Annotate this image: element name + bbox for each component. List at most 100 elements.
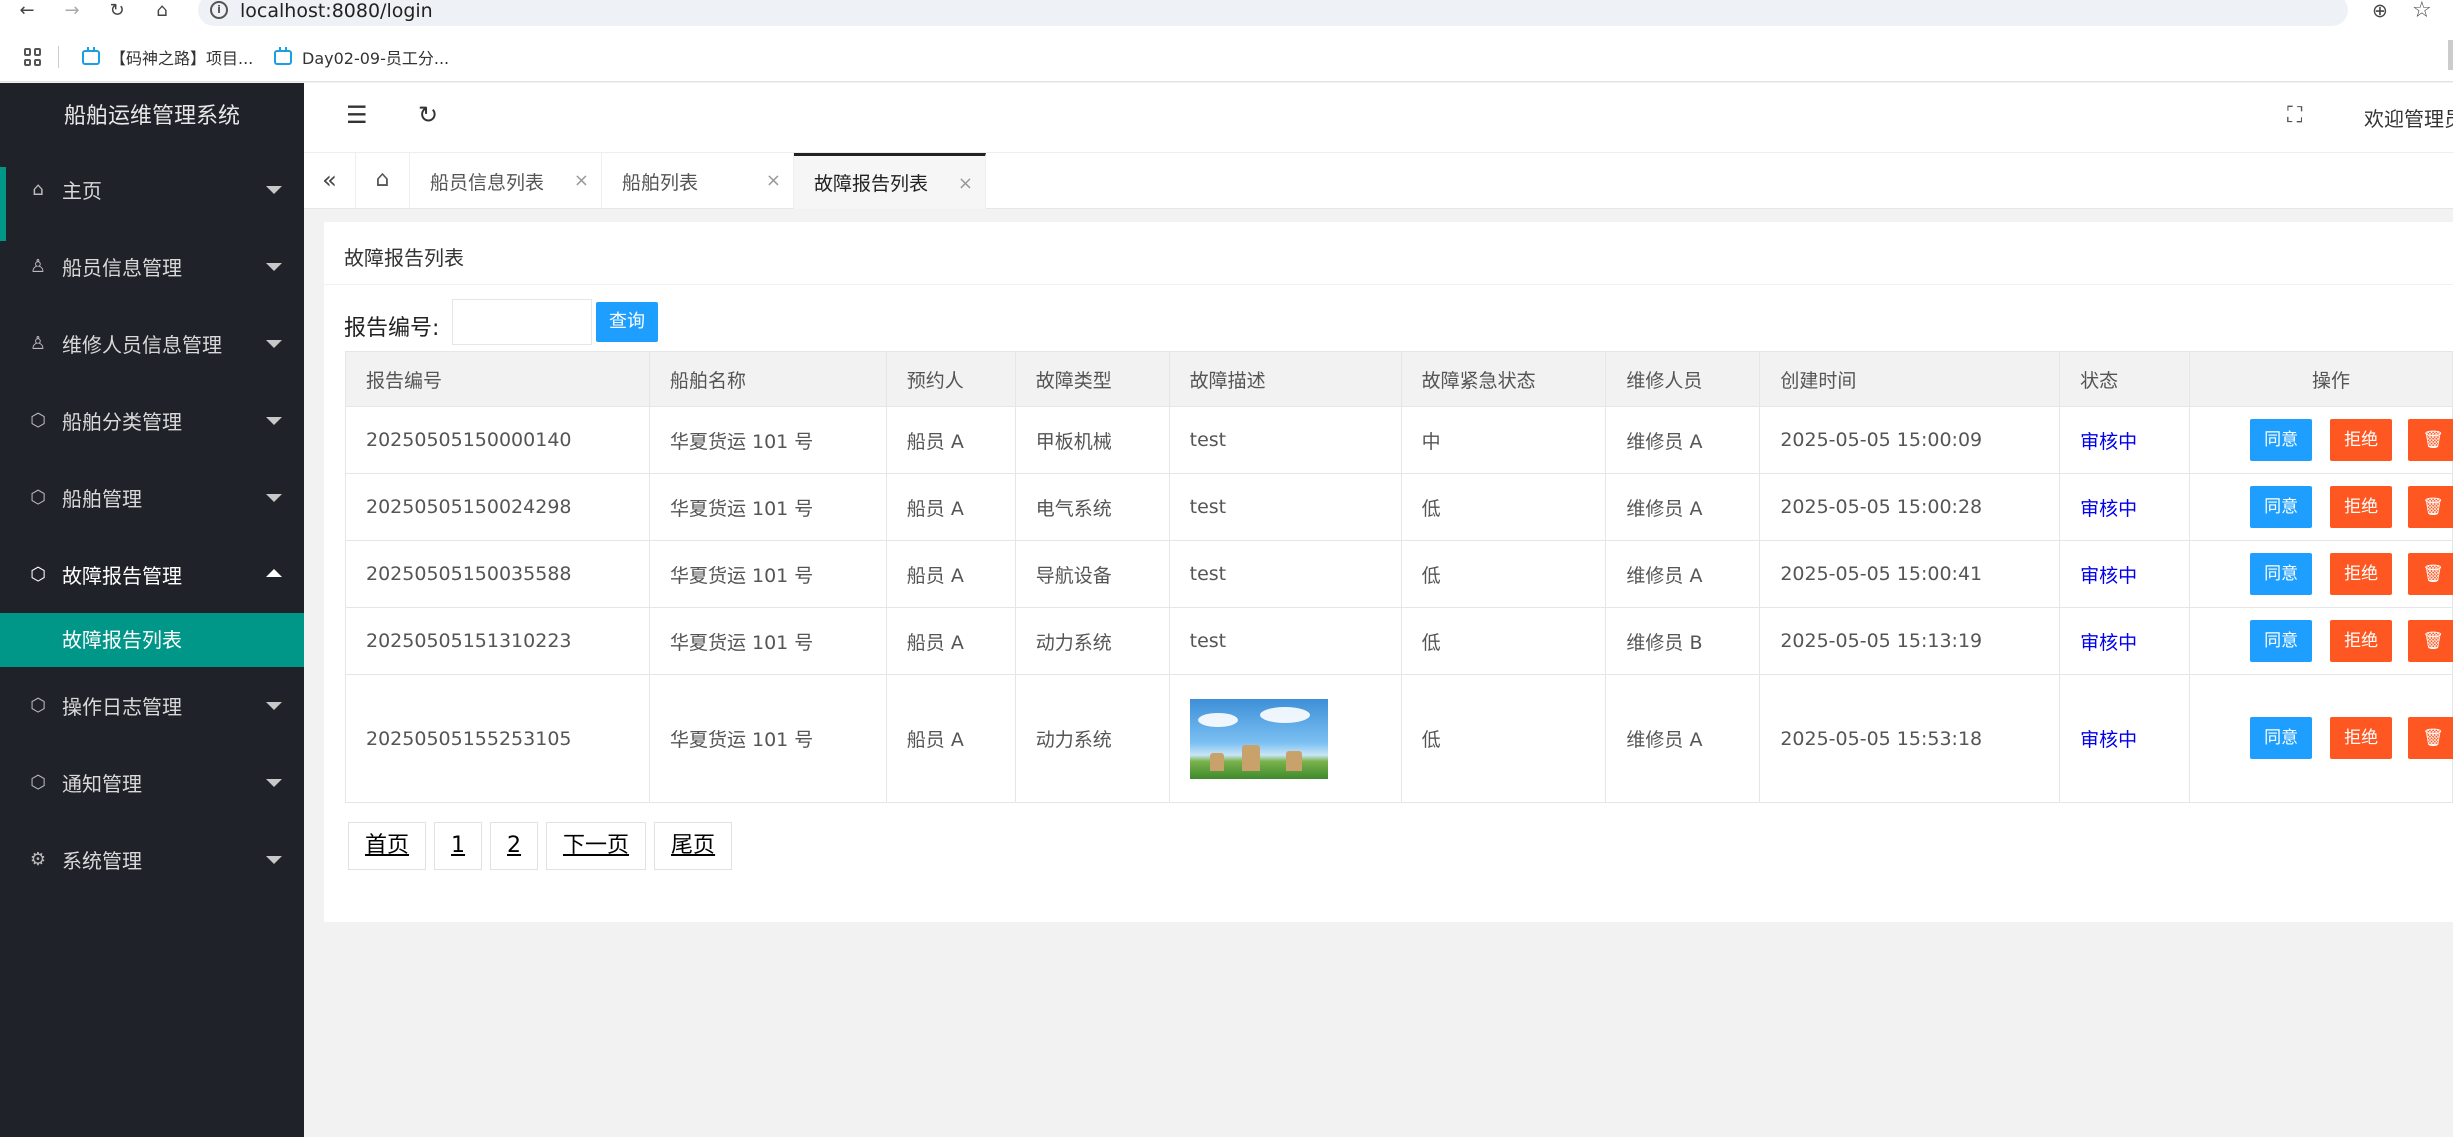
cell-actions: 同意 拒绝 🗑 <box>2189 540 2453 608</box>
tab-home-icon[interactable]: ⌂ <box>356 153 410 209</box>
reject-button[interactable]: 拒绝 <box>2330 486 2393 528</box>
cell-report-id: 20250505150024298 <box>345 473 650 541</box>
user-icon: ♙ <box>29 333 47 354</box>
cell-ship: 华夏货运 101 号 <box>648 473 887 541</box>
cell-booker: 船员 A <box>885 473 1016 541</box>
bilibili-icon <box>82 46 100 65</box>
sidebar-item-ship-category[interactable]: ⬡ 船舶分类管理 <box>0 382 304 459</box>
column-header: 维修人员 <box>1605 351 1761 407</box>
url-text: localhost:8080/login <box>240 0 433 22</box>
cell-repairer: 维修员 A <box>1605 540 1761 608</box>
cell-description: test <box>1168 607 1402 675</box>
page-last-button[interactable]: 尾页 <box>654 822 733 870</box>
delete-button[interactable]: 🗑 <box>2408 486 2453 528</box>
cell-report-id: 20250505150000140 <box>345 406 650 474</box>
bookmark-label: Day02-09-员工分... <box>302 49 450 68</box>
page-2-button[interactable]: 2 <box>490 822 539 870</box>
tab-fault-report-list[interactable]: 故障报告列表 × <box>794 153 986 209</box>
cell-repairer: 维修员 A <box>1605 406 1761 474</box>
cell-status[interactable]: 审核中 <box>2059 473 2191 541</box>
delete-button[interactable]: 🗑 <box>2408 620 2453 662</box>
sidebar-item-home[interactable]: ⌂ 主页 <box>0 151 304 241</box>
search-button[interactable]: 查询 <box>596 302 658 342</box>
page-next-button[interactable]: 下一页 <box>546 822 647 870</box>
reject-button[interactable]: 拒绝 <box>2330 553 2393 595</box>
column-header: 船舶名称 <box>648 351 887 407</box>
cube-icon: ⬡ <box>30 410 46 431</box>
sidebar-item-logs[interactable]: ⬡ 操作日志管理 <box>0 667 304 744</box>
cell-status[interactable]: 审核中 <box>2059 607 2191 675</box>
sidebar-item-fault-reports[interactable]: ⬡ 故障报告管理 <box>0 536 304 613</box>
agree-button[interactable]: 同意 <box>2250 620 2313 662</box>
zoom-icon[interactable]: ⊕ <box>2372 0 2388 22</box>
close-icon[interactable]: × <box>958 173 973 194</box>
column-header: 故障描述 <box>1168 351 1402 407</box>
cell-actions: 同意 拒绝 🗑 <box>2189 406 2453 474</box>
sidebar-item-label: 船员信息管理 <box>62 256 182 280</box>
report-id-input[interactable] <box>452 299 592 345</box>
column-header: 状态 <box>2059 351 2191 407</box>
delete-button[interactable]: 🗑 <box>2408 717 2453 759</box>
cube-icon: ⬡ <box>30 772 46 793</box>
reload-icon[interactable]: ↻ <box>102 0 132 24</box>
column-header: 预约人 <box>885 351 1016 407</box>
close-icon[interactable]: × <box>574 170 589 191</box>
agree-button[interactable]: 同意 <box>2250 419 2313 461</box>
table-row: 20250505151310223 华夏货运 101 号 船员 A 动力系统 t… <box>345 607 2453 675</box>
cell-report-id: 20250505155253105 <box>345 674 650 803</box>
sidebar-item-system[interactable]: ⚙ 系统管理 <box>0 821 304 898</box>
chevron-down-icon <box>266 186 282 194</box>
chevron-down-icon <box>266 856 282 864</box>
bookmark-item[interactable]: Day02-09-员工分... <box>274 45 449 69</box>
home-icon[interactable]: ⌂ <box>147 0 177 24</box>
agree-button[interactable]: 同意 <box>2250 486 2313 528</box>
delete-button[interactable]: 🗑 <box>2408 419 2453 461</box>
welcome-text[interactable]: 欢迎管理员 <box>2364 103 2453 132</box>
chevron-down-icon <box>266 340 282 348</box>
reject-button[interactable]: 拒绝 <box>2330 717 2393 759</box>
system-title: 船舶运维管理系统 <box>63 104 240 129</box>
fullscreen-icon[interactable]: ⛶ <box>2287 103 2302 128</box>
cell-fault-type: 动力系统 <box>1014 674 1170 803</box>
address-bar[interactable]: i localhost:8080/login <box>198 0 2348 26</box>
fault-photo-thumbnail[interactable] <box>1189 698 1328 779</box>
menu-toggle-icon[interactable]: ☰ <box>346 101 368 129</box>
refresh-icon[interactable]: ↻ <box>418 101 438 129</box>
reject-button[interactable]: 拒绝 <box>2330 620 2393 662</box>
sidebar-item-label: 系统管理 <box>62 849 142 873</box>
bookmark-star-icon[interactable]: ☆ <box>2412 0 2432 23</box>
card-divider <box>324 284 2453 285</box>
sidebar-item-repairers[interactable]: ♙ 维修人员信息管理 <box>0 305 304 382</box>
cell-actions: 同意 拒绝 🗑 <box>2189 674 2453 803</box>
agree-button[interactable]: 同意 <box>2250 553 2313 595</box>
cell-status[interactable]: 审核中 <box>2059 540 2191 608</box>
delete-button[interactable]: 🗑 <box>2408 553 2453 595</box>
cell-fault-type: 导航设备 <box>1014 540 1170 608</box>
sidebar-item-crew[interactable]: ♙ 船员信息管理 <box>0 228 304 305</box>
page-1-button[interactable]: 1 <box>434 822 483 870</box>
forward-icon[interactable]: → <box>57 0 87 24</box>
table-row: 20250505155253105 华夏货运 101 号 船员 A 动力系统 低… <box>345 674 2453 803</box>
bookmark-item[interactable]: 【码神之路】项目... <box>82 45 253 69</box>
back-icon[interactable]: ← <box>12 0 42 24</box>
agree-button[interactable]: 同意 <box>2250 717 2313 759</box>
cell-urgency: 中 <box>1400 406 1607 474</box>
page-first-button[interactable]: 首页 <box>348 822 427 870</box>
cell-booker: 船员 A <box>885 607 1016 675</box>
bookmark-label: 【码神之路】项目... <box>110 49 254 68</box>
sidebar-subitem-fault-report-list[interactable]: 故障报告列表 <box>0 613 304 667</box>
reject-button[interactable]: 拒绝 <box>2330 419 2393 461</box>
cell-status[interactable]: 审核中 <box>2059 674 2191 803</box>
cell-created: 2025-05-05 15:00:28 <box>1759 473 2061 541</box>
sidebar-item-notices[interactable]: ⬡ 通知管理 <box>0 744 304 821</box>
tab-crew-list[interactable]: 船员信息列表 × <box>410 153 602 209</box>
tab-ship-list[interactable]: 船舶列表 × <box>602 153 794 209</box>
sidebar-item-ships[interactable]: ⬡ 船舶管理 <box>0 459 304 536</box>
site-info-icon[interactable]: i <box>210 1 228 19</box>
close-icon[interactable]: × <box>766 170 781 191</box>
tab-label: 船舶列表 <box>622 171 699 194</box>
apps-grid-icon[interactable] <box>24 48 42 66</box>
cell-status[interactable]: 审核中 <box>2059 406 2191 474</box>
cell-created: 2025-05-05 15:00:41 <box>1759 540 2061 608</box>
double-chevron-left-icon[interactable]: « <box>304 153 356 209</box>
